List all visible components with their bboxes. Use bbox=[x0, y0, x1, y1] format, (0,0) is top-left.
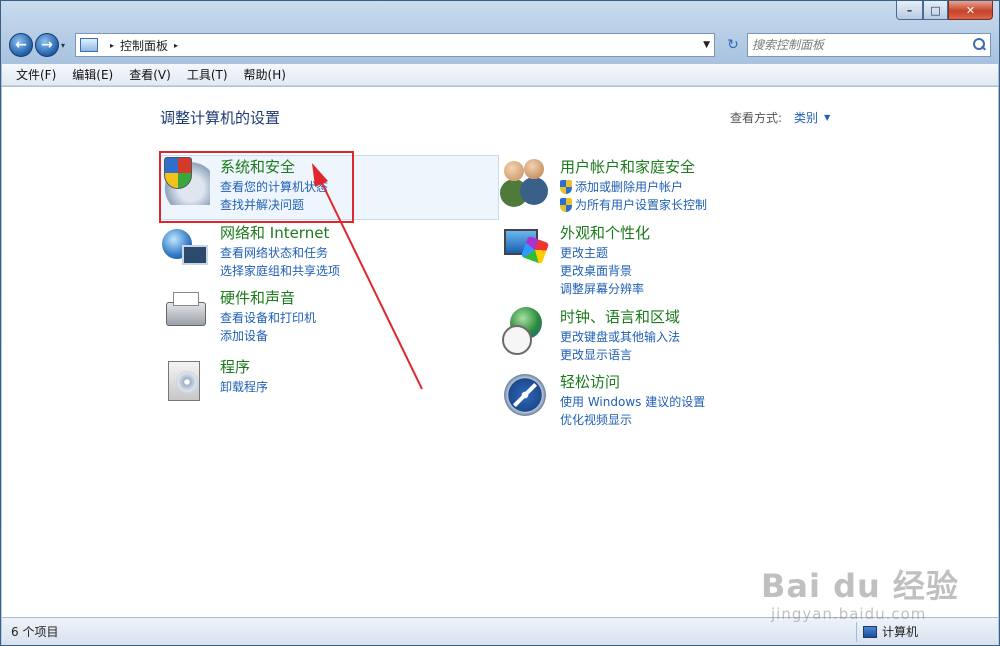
address-dropdown-icon[interactable]: ▼ bbox=[703, 40, 710, 50]
menu-edit[interactable]: 编辑(E) bbox=[64, 64, 121, 85]
menu-bar: 文件(F) 编辑(E) 查看(V) 工具(T) 帮助(H) bbox=[2, 64, 998, 86]
menu-help[interactable]: 帮助(H) bbox=[236, 64, 294, 85]
annotation-arrow bbox=[312, 163, 423, 390]
menu-file[interactable]: 文件(F) bbox=[8, 64, 64, 85]
navigation-bar: ← → ▾ ▸ 控制面板 ▸ ▼ ↻ bbox=[9, 31, 991, 59]
search-box bbox=[747, 33, 991, 57]
close-button[interactable]: ✕ bbox=[948, 1, 993, 20]
status-computer: 计算机 bbox=[881, 625, 918, 639]
search-input[interactable] bbox=[752, 38, 972, 52]
maximize-button[interactable]: □ bbox=[923, 1, 948, 20]
watermark-brand: Bai du 经验 bbox=[761, 567, 959, 605]
address-bar[interactable]: ▸ 控制面板 ▸ ▼ bbox=[75, 33, 715, 57]
breadcrumb-root-arrow[interactable]: ▸ bbox=[110, 41, 114, 50]
refresh-button[interactable]: ↻ bbox=[721, 33, 745, 57]
baidu-watermark: Bai du 经验 jingyan.baidu.com bbox=[761, 561, 959, 623]
breadcrumb-control-panel[interactable]: 控制面板 bbox=[120, 37, 168, 54]
control-panel-icon bbox=[80, 38, 98, 52]
recent-pages-dropdown[interactable]: ▾ bbox=[61, 41, 71, 50]
menu-tools[interactable]: 工具(T) bbox=[179, 64, 236, 85]
item-count: 6 个项目 bbox=[11, 625, 59, 639]
menu-view[interactable]: 查看(V) bbox=[121, 64, 179, 85]
breadcrumb-arrow[interactable]: ▸ bbox=[174, 41, 178, 50]
control-panel-window: – □ ✕ ← → ▾ ▸ 控制面板 ▸ ▼ ↻ 文件(F) 编辑(E) 查看(… bbox=[0, 0, 1000, 646]
main-content: 调整计算机的设置 查看方式: 类别 ▼ 系统和安全 查看您的计算机状态 查找并解… bbox=[2, 87, 998, 617]
watermark-url: jingyan.baidu.com bbox=[771, 605, 927, 623]
computer-icon bbox=[862, 625, 877, 638]
caption-buttons: – □ ✕ bbox=[896, 1, 993, 20]
search-icon[interactable] bbox=[972, 38, 986, 52]
back-button[interactable]: ← bbox=[9, 33, 33, 57]
forward-button[interactable]: → bbox=[35, 33, 59, 57]
minimize-button[interactable]: – bbox=[896, 1, 923, 20]
